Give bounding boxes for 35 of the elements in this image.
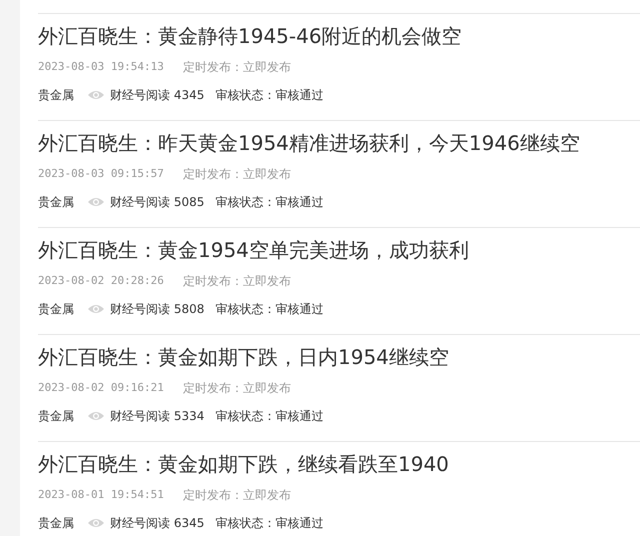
publish-time: 2023-08-03 09:15:57 <box>38 166 164 182</box>
category-label: 贵金属 <box>38 515 74 532</box>
article-title[interactable]: 外汇百晓生：昨天黄金1954精准进场获利，今天1946继续空 <box>38 129 580 157</box>
article-title[interactable]: 外汇百晓生：黄金如期下跌，日内1954继续空 <box>38 343 449 371</box>
publish-time: 2023-08-02 20:28:26 <box>38 273 164 289</box>
read-count: 财经号阅读 4345 <box>110 87 204 104</box>
schedule-text: 定时发布：立即发布 <box>182 166 291 183</box>
eye-icon <box>88 518 104 528</box>
publish-time: 2023-08-02 09:16:21 <box>38 380 164 396</box>
schedule-text: 定时发布：立即发布 <box>182 273 291 290</box>
category-label: 贵金属 <box>38 408 74 425</box>
review-status: 审核状态：审核通过 <box>215 87 324 104</box>
read-count: 财经号阅读 5085 <box>110 194 204 211</box>
article-title[interactable]: 外汇百晓生：黄金1954空单完美进场，成功获利 <box>38 236 469 264</box>
review-status: 审核状态：审核通过 <box>215 301 324 318</box>
publish-time: 2023-08-03 19:54:13 <box>38 59 164 75</box>
category-label: 贵金属 <box>38 194 74 211</box>
eye-icon <box>88 411 104 421</box>
schedule-text: 定时发布：立即发布 <box>182 59 291 76</box>
article-title[interactable]: 外汇百晓生：黄金静待1945-46附近的机会做空 <box>38 22 462 50</box>
category-label: 贵金属 <box>38 301 74 318</box>
category-label: 贵金属 <box>38 87 74 104</box>
review-status: 审核状态：审核通过 <box>215 408 324 425</box>
schedule-text: 定时发布：立即发布 <box>182 487 291 504</box>
review-status: 审核状态：审核通过 <box>215 194 324 211</box>
read-count: 财经号阅读 5808 <box>110 301 204 318</box>
review-status: 审核状态：审核通过 <box>215 515 324 532</box>
read-count: 财经号阅读 5334 <box>110 408 204 425</box>
eye-icon <box>88 90 104 100</box>
article-title[interactable]: 外汇百晓生：黄金如期下跌，继续看跌至1940 <box>38 450 449 478</box>
schedule-text: 定时发布：立即发布 <box>182 380 291 397</box>
publish-time: 2023-08-01 19:54:51 <box>38 487 164 503</box>
read-count: 财经号阅读 6345 <box>110 515 204 532</box>
eye-icon <box>88 197 104 207</box>
eye-icon <box>88 304 104 314</box>
